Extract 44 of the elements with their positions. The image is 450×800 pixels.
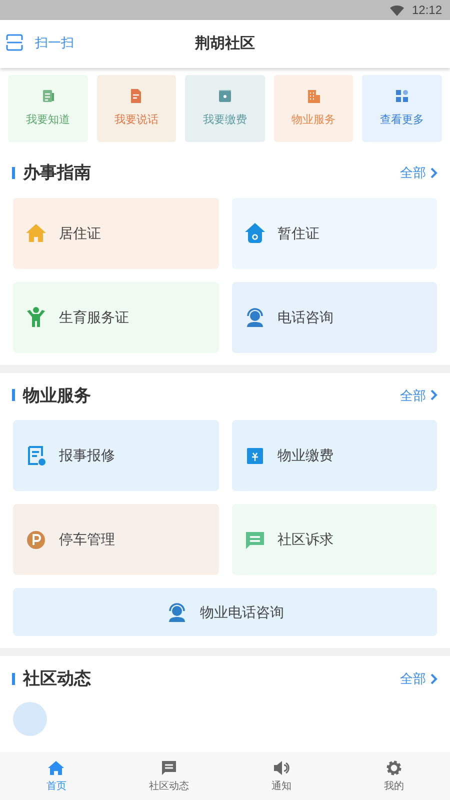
nav-tab[interactable]: 首页 bbox=[0, 752, 112, 800]
service-card[interactable]: 报事报修 bbox=[13, 420, 218, 491]
service-card[interactable]: 暂住证 bbox=[232, 198, 437, 268]
parking-icon bbox=[25, 528, 47, 550]
service-card[interactable]: 生育服务证 bbox=[13, 282, 218, 352]
section-title: 物业服务 bbox=[23, 384, 91, 406]
settings-icon bbox=[384, 758, 403, 776]
view-all-link[interactable]: 全部 bbox=[400, 163, 438, 182]
service-card[interactable]: 电话咨询 bbox=[232, 282, 437, 352]
wifi-icon bbox=[390, 4, 404, 16]
service-card[interactable]: 居住证 bbox=[13, 198, 218, 268]
nav-tab[interactable]: 通知 bbox=[225, 752, 338, 800]
house-icon bbox=[244, 222, 266, 244]
quick-tile[interactable]: 我要缴费 bbox=[185, 75, 265, 142]
nav-tab[interactable]: 社区动态 bbox=[112, 752, 225, 800]
home-icon bbox=[47, 758, 66, 776]
headset-person-icon bbox=[166, 601, 188, 623]
wallet-icon bbox=[216, 88, 233, 104]
page-title: 荆胡社区 bbox=[195, 34, 255, 54]
quick-tile[interactable]: 我要知道 bbox=[8, 75, 88, 142]
clock: 12:12 bbox=[412, 2, 442, 19]
nav-tab[interactable]: 我的 bbox=[338, 752, 450, 800]
house-icon bbox=[25, 222, 47, 244]
chevron-right-icon bbox=[430, 166, 438, 179]
scan-button[interactable]: 扫一扫 bbox=[6, 33, 74, 52]
chevron-right-icon bbox=[430, 672, 438, 685]
service-card[interactable]: 物业电话咨询 bbox=[13, 588, 437, 636]
view-all-link[interactable]: 全部 bbox=[400, 386, 438, 405]
grid-icon bbox=[394, 88, 410, 104]
form-wrench-icon bbox=[25, 444, 47, 466]
message-icon bbox=[160, 758, 178, 776]
service-card[interactable]: 停车管理 bbox=[13, 504, 218, 575]
scan-icon bbox=[6, 34, 23, 52]
section-title: 办事指南 bbox=[23, 162, 91, 184]
speaker-icon bbox=[272, 758, 290, 776]
view-all-link[interactable]: 全部 bbox=[400, 669, 438, 688]
section-title: 社区动态 bbox=[23, 668, 91, 690]
person-icon bbox=[25, 306, 47, 328]
chevron-right-icon bbox=[430, 389, 438, 402]
service-card[interactable]: 物业缴费 bbox=[232, 420, 437, 491]
building-icon bbox=[306, 88, 322, 104]
avatar bbox=[13, 702, 47, 736]
service-card[interactable]: 社区诉求 bbox=[232, 504, 437, 575]
quick-tile[interactable]: 查看更多 bbox=[362, 75, 442, 142]
